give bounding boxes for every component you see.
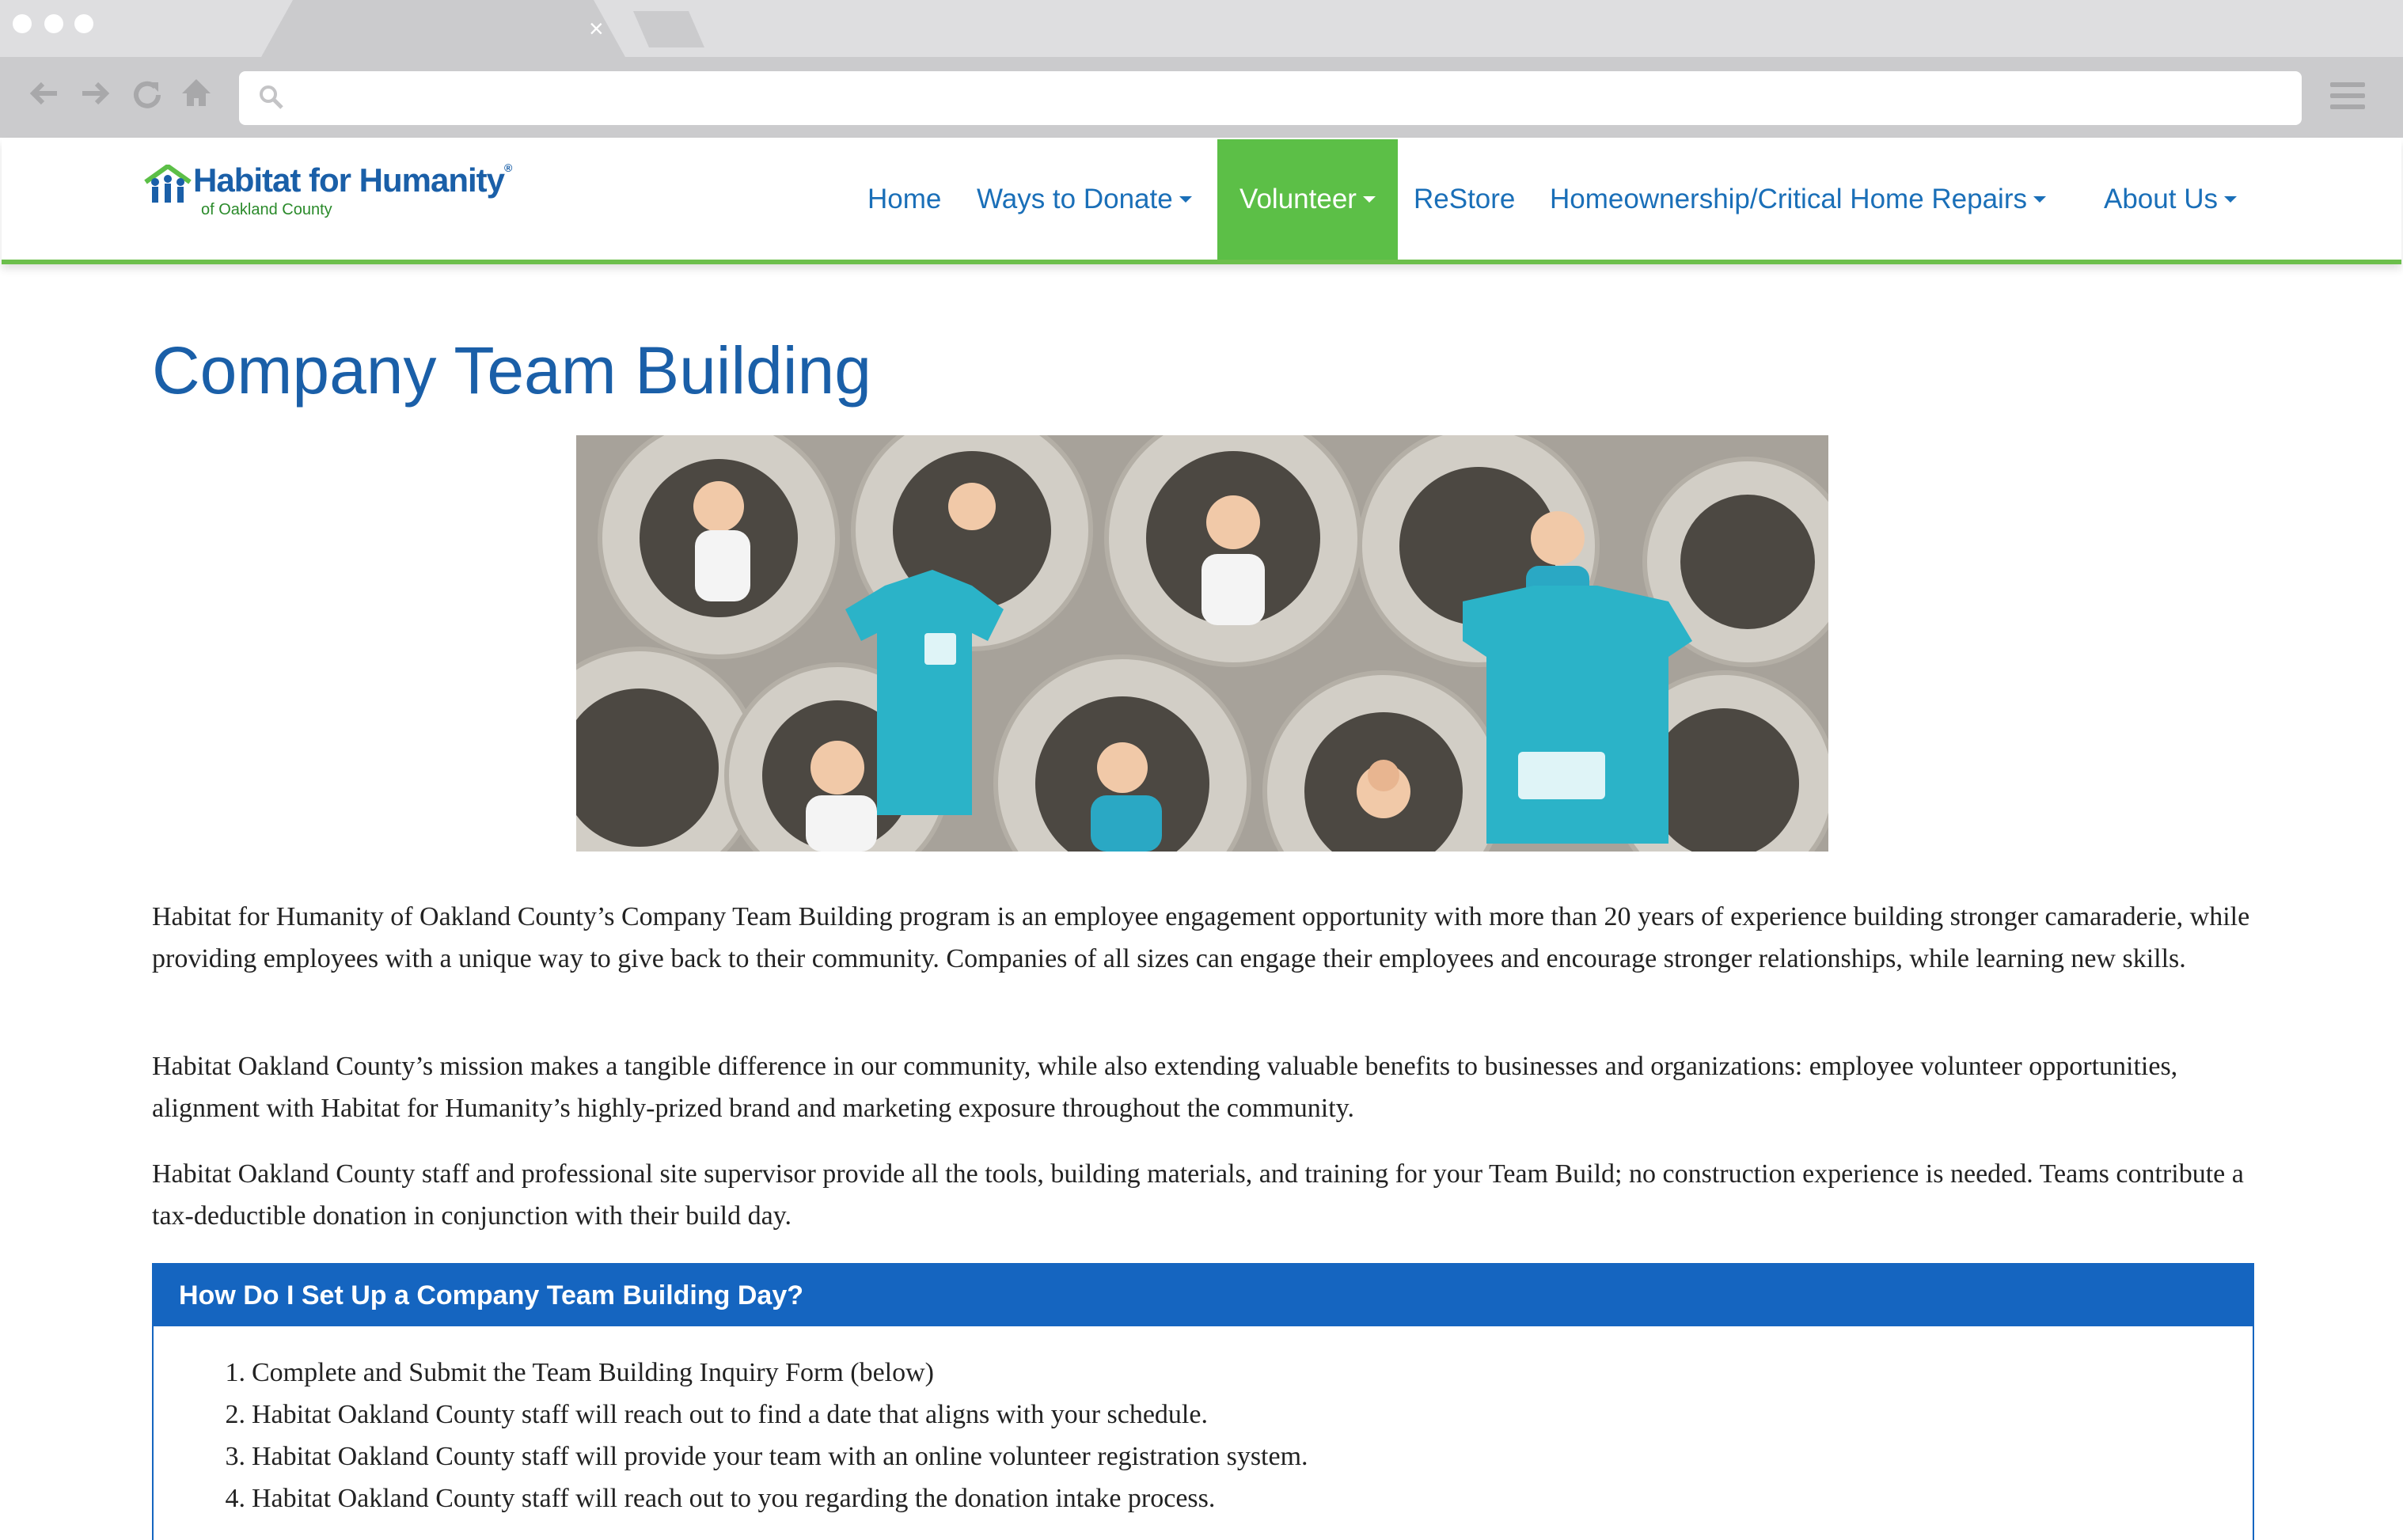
- intro-paragraph: Habitat for Humanity of Oakland County’s…: [152, 902, 2250, 973]
- nav-homeownership[interactable]: Homeownership/Critical Home Repairs: [1550, 139, 2046, 260]
- window-close-dot[interactable]: [13, 14, 32, 33]
- browser-window: × Habitat for Humanity® of Oakland Count…: [0, 0, 2403, 1540]
- hero-image: [576, 435, 1828, 852]
- site-header: Habitat for Humanity® of Oakland County …: [2, 139, 2401, 264]
- list-item: 4. Habitat Oakland County staff will reac…: [225, 1484, 1216, 1513]
- browser-tab[interactable]: [261, 0, 625, 57]
- window-maximize-dot[interactable]: [74, 14, 93, 33]
- habitat-house-icon: [144, 165, 192, 203]
- panel-heading: How Do I Set Up a Company Team Building …: [154, 1265, 2253, 1326]
- home-icon[interactable]: [177, 76, 215, 114]
- caret-down-icon: [1179, 195, 1192, 203]
- caret-down-icon: [1362, 195, 1376, 203]
- forward-arrow-icon[interactable]: [76, 76, 114, 114]
- reload-icon[interactable]: [127, 76, 165, 114]
- nav-volunteer[interactable]: Volunteer: [1217, 139, 1398, 260]
- window-minimize-dot[interactable]: [44, 14, 63, 33]
- address-bar[interactable]: [239, 71, 2302, 125]
- back-arrow-icon[interactable]: [25, 76, 63, 114]
- menu-icon[interactable]: [2330, 82, 2365, 116]
- search-icon: [258, 84, 285, 115]
- page-title: Company Team Building: [152, 333, 871, 408]
- logo-subtitle: of Oakland County: [201, 201, 332, 218]
- caret-down-icon: [2223, 195, 2237, 203]
- nav-about-us[interactable]: About Us: [2104, 139, 2237, 260]
- setup-panel: How Do I Set Up a Company Team Building …: [152, 1263, 2254, 1540]
- nav-restore[interactable]: ReStore: [1414, 139, 1515, 260]
- list-item: 2. Habitat Oakland County staff will reac…: [225, 1400, 1208, 1429]
- logo-title: Habitat for Humanity®: [193, 161, 512, 199]
- staff-paragraph: Habitat Oakland County staff and profess…: [152, 1159, 2244, 1231]
- nav-ways-to-donate[interactable]: Ways to Donate: [977, 139, 1192, 260]
- habitat-logo[interactable]: Habitat for Humanity® of Oakland County: [144, 161, 540, 233]
- list-item: 3. Habitat Oakland County staff will prov…: [225, 1442, 1308, 1471]
- mission-paragraph: Habitat Oakland County’s mission makes a…: [152, 1052, 2178, 1123]
- caret-down-icon: [2033, 195, 2046, 203]
- list-item: 1. Complete and Submit the Team Building …: [225, 1358, 935, 1387]
- nav-home[interactable]: Home: [867, 139, 941, 260]
- tab-close-icon[interactable]: ×: [589, 13, 604, 44]
